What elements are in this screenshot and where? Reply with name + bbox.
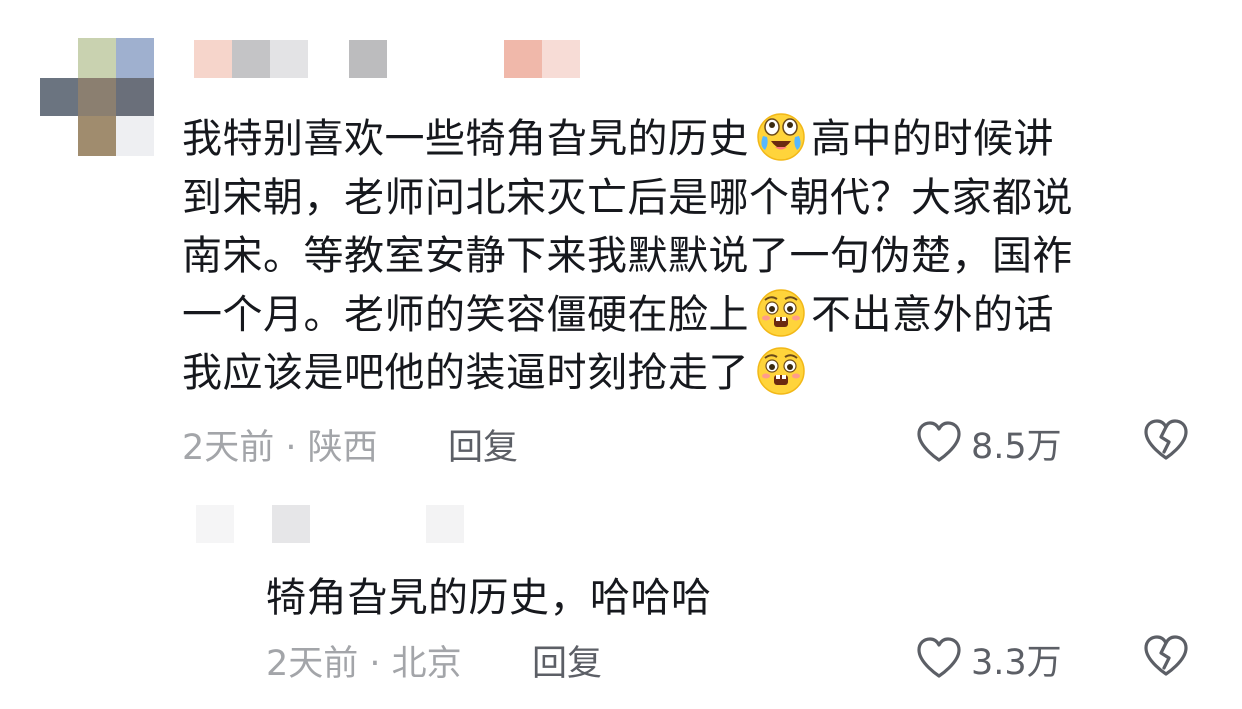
comment-text-segment: 我应该是吧他的装逼时刻抢走了 — [182, 350, 749, 396]
heart-outline-icon — [915, 636, 963, 684]
broken-heart-icon — [1142, 635, 1190, 682]
pleading-emoji-icon — [755, 344, 807, 396]
comment-line: 我应该是吧他的装逼时刻抢走了 — [182, 344, 1182, 403]
comment-line: 到宋朝，老师问北宋灭亡后是哪个朝代？大家都说 — [182, 174, 1073, 221]
comment-text-segment: 一个月。老师的笑容僵硬在脸上 — [182, 291, 749, 338]
like-count: 8.5万 — [971, 427, 1062, 467]
avatar[interactable] — [40, 38, 154, 156]
reply-reply-button[interactable]: 回复 — [532, 635, 602, 686]
broken-heart-icon — [1142, 419, 1190, 466]
comment-time-location: 2天前 · 陕西 — [182, 428, 378, 468]
comment-text-segment: 我特别喜欢一些犄角旮旯的历史 — [182, 116, 749, 162]
reply-time-location: 2天前 · 北京 — [266, 644, 462, 684]
comment-line: 南宋。等教室安静下来我默默说了一句伪楚，国祚 — [182, 233, 1073, 279]
like-button[interactable]: 8.5万 — [915, 418, 1062, 469]
laughing-tears-emoji-icon — [755, 110, 807, 162]
pleading-emoji-icon — [755, 286, 807, 338]
comment-line: 我特别喜欢一些犄角旮旯的历史 高中的时候讲 — [182, 110, 1182, 169]
comment-body: 我特别喜欢一些犄角旮旯的历史 高中的时候讲 到宋朝，老师问北宋灭亡后是哪个朝代？… — [182, 110, 1182, 403]
reply-like-count: 3.3万 — [971, 643, 1062, 683]
comment-line: 一个月。老师的笑容僵硬在脸上 不出意外的话 — [182, 286, 1182, 345]
reply-username-blurred[interactable] — [196, 505, 496, 543]
comment-text-segment: 高中的时候讲 — [811, 116, 1054, 162]
reply-body: 犄角旮旯的历史，哈哈哈 — [266, 575, 712, 621]
username-blurred[interactable] — [194, 40, 584, 78]
reply-dislike-button[interactable] — [1142, 634, 1190, 682]
dislike-button[interactable] — [1142, 418, 1190, 466]
reply-like-button[interactable]: 3.3万 — [915, 634, 1062, 685]
reply-button[interactable]: 回复 — [448, 419, 518, 470]
comment-text-segment: 不出意外的话 — [811, 291, 1054, 338]
heart-outline-icon — [915, 420, 963, 468]
